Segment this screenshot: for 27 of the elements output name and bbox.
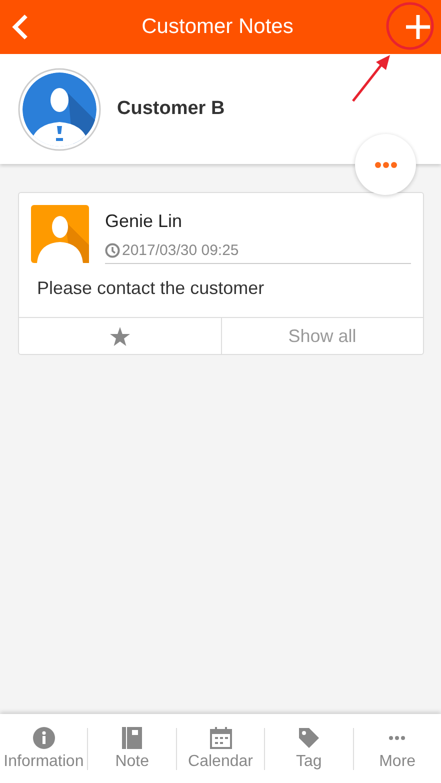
author-name: Genie Lin — [105, 211, 184, 232]
highlight-circle — [386, 2, 434, 50]
tab-item[interactable]: Note — [88, 726, 176, 770]
back-button[interactable] — [10, 14, 30, 40]
add-button[interactable] — [405, 14, 431, 40]
tab-item[interactable]: Tag — [265, 726, 353, 770]
tag-icon — [298, 726, 320, 748]
screen-title: Customer Notes — [142, 15, 294, 39]
note-text: Please contact the customer — [36, 277, 266, 300]
calendar-icon — [210, 726, 232, 748]
customer-name: Customer B — [117, 98, 225, 120]
tab-item[interactable]: More — [354, 726, 441, 770]
back-icon — [10, 14, 30, 40]
more-icon — [374, 162, 396, 168]
note-timestamp: 2017/03/30 09:25 — [122, 242, 239, 259]
tab-item[interactable]: Information — [0, 726, 88, 770]
more-icon — [388, 736, 406, 740]
star-icon — [110, 326, 130, 346]
clock-icon — [105, 243, 120, 258]
avatar-icon — [18, 68, 101, 150]
plus-icon — [405, 14, 431, 40]
avatar-icon — [31, 205, 89, 263]
info-icon — [32, 726, 55, 748]
notebook-icon — [122, 726, 142, 748]
pointer-arrow — [350, 54, 392, 104]
show-all-button[interactable]: Show all — [222, 318, 423, 354]
tab-item[interactable]: Calendar — [176, 726, 264, 770]
